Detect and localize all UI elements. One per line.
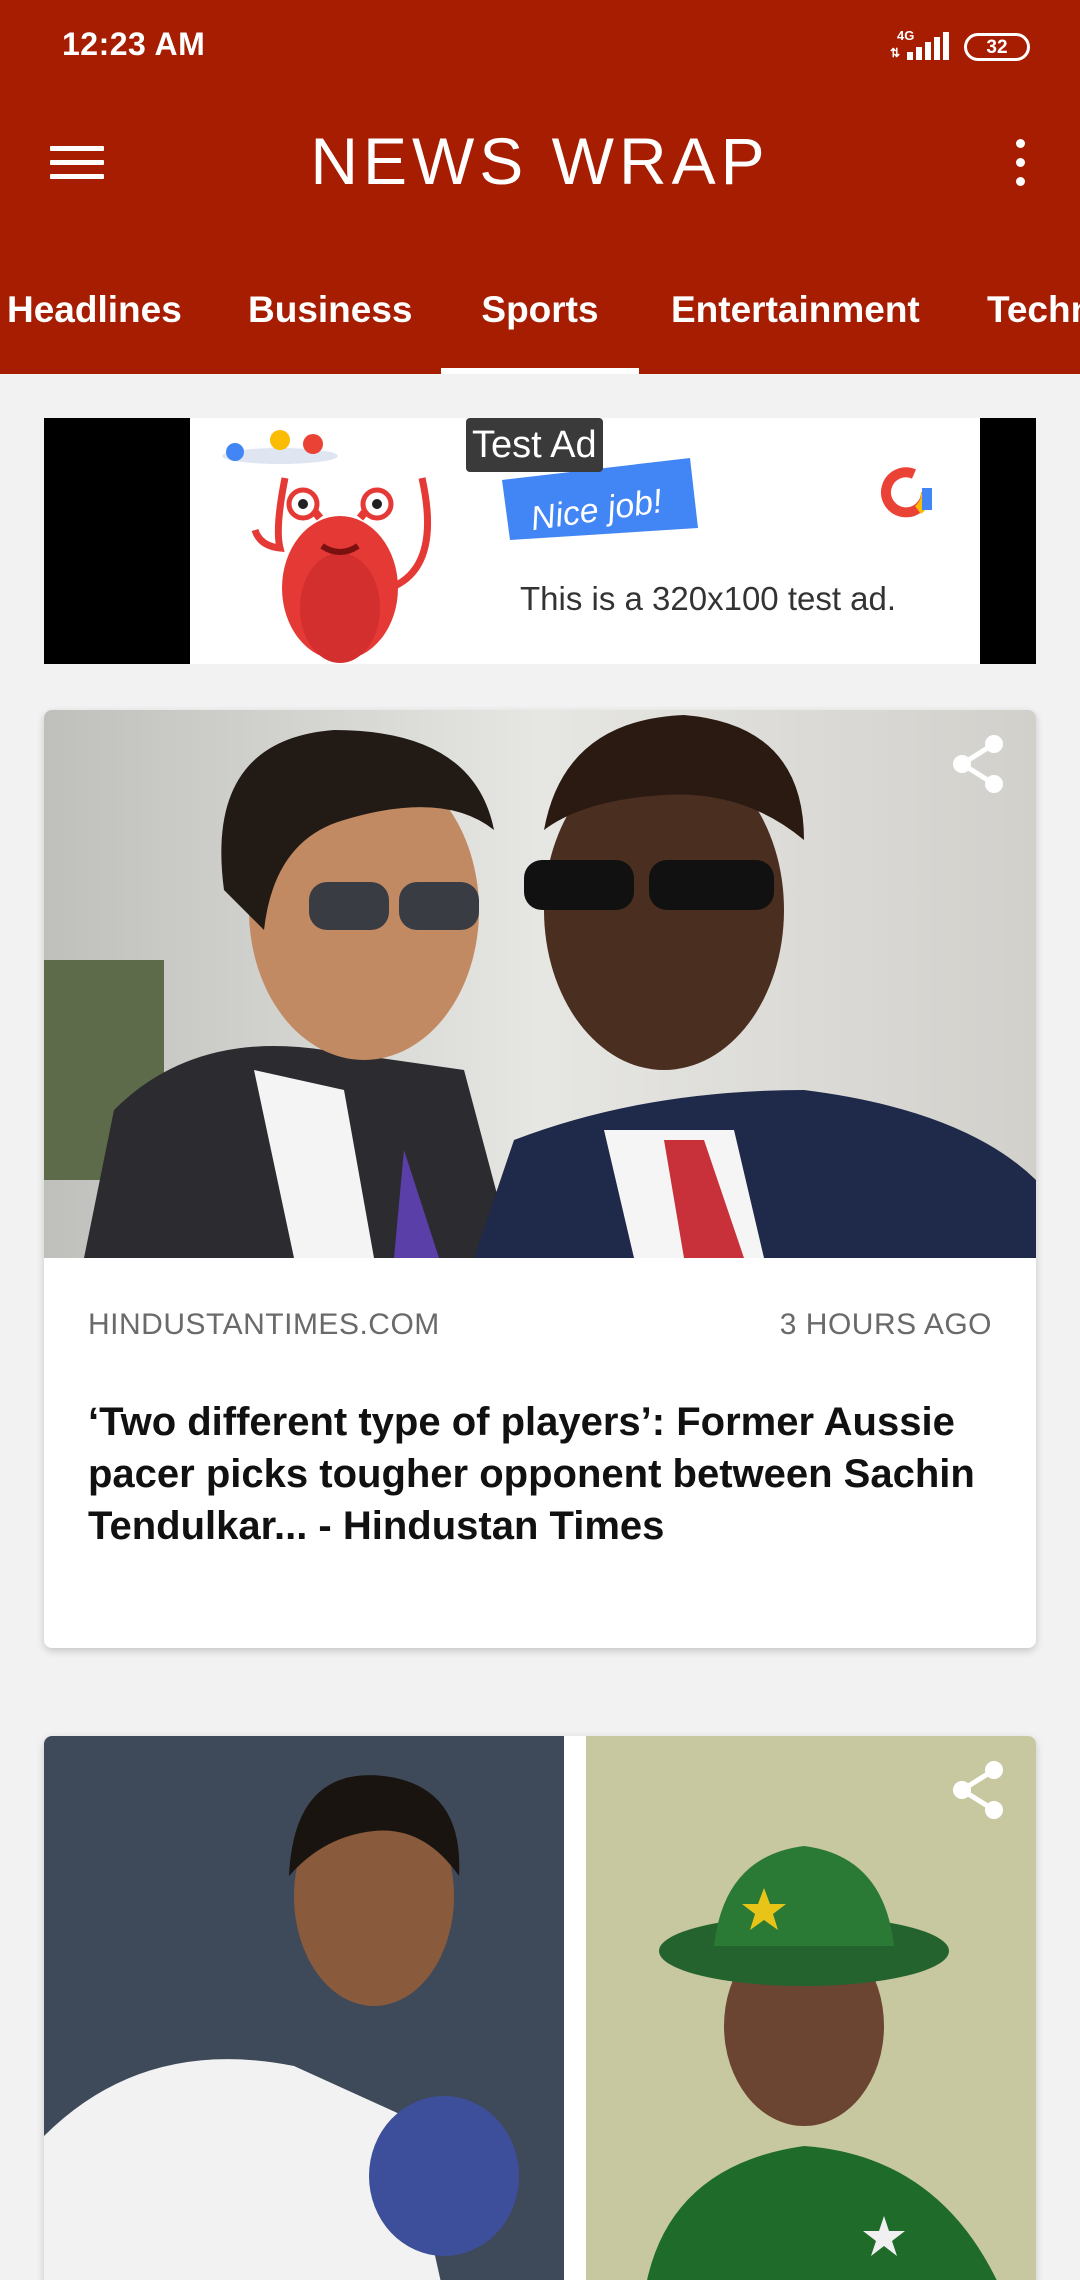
article-time: 3 HOURS AGO <box>779 1308 992 1341</box>
data-arrows-icon: ⇅ <box>890 46 901 60</box>
article-card[interactable]: HINDUSTANTIMES.COM 3 HOURS AGO ‘Two diff… <box>44 710 1036 1648</box>
ad-text: This is a 320x100 test ad. <box>520 580 897 617</box>
article-source: HINDUSTANTIMES.COM <box>88 1308 440 1341</box>
more-vert-icon[interactable] <box>992 132 1048 192</box>
tab-sports[interactable]: Sports <box>441 272 639 374</box>
share-icon[interactable] <box>950 732 1008 796</box>
app-title: NEWS WRAP <box>310 124 770 198</box>
article-photo <box>44 1736 1036 2280</box>
status-time: 12:23 AM <box>62 26 206 62</box>
status-bar: 12:23 AM 4G ⇅ 32 <box>0 0 1080 96</box>
article-photo <box>44 710 1036 1258</box>
signal-icon <box>907 32 949 60</box>
battery-level: 32 <box>986 36 1008 58</box>
article-meta: HINDUSTANTIMES.COM 3 HOURS AGO <box>88 1308 992 1342</box>
toolbar: NEWS WRAP <box>0 96 1080 230</box>
app-bar: 12:23 AM 4G ⇅ 32 NEWS WRAP Headlines Bus… <box>0 0 1080 374</box>
article-image[interactable] <box>44 1736 1036 2280</box>
category-tabs: Headlines Business Sports Entertainment … <box>0 272 1080 374</box>
share-icon[interactable] <box>950 1758 1008 1822</box>
tab-entertainment[interactable]: Entertainment <box>671 272 920 374</box>
tab-headlines[interactable]: Headlines <box>7 272 182 374</box>
battery-icon: 32 <box>964 33 1030 61</box>
article-image[interactable] <box>44 710 1036 1258</box>
article-card[interactable] <box>44 1736 1036 2280</box>
tab-business[interactable]: Business <box>248 272 413 374</box>
tab-technology[interactable]: Techn <box>987 272 1080 374</box>
article-headline[interactable]: ‘Two different type of players’: Former … <box>88 1396 992 1552</box>
hamburger-menu-icon[interactable] <box>40 134 114 190</box>
test-ad-label: Test Ad <box>466 418 603 472</box>
